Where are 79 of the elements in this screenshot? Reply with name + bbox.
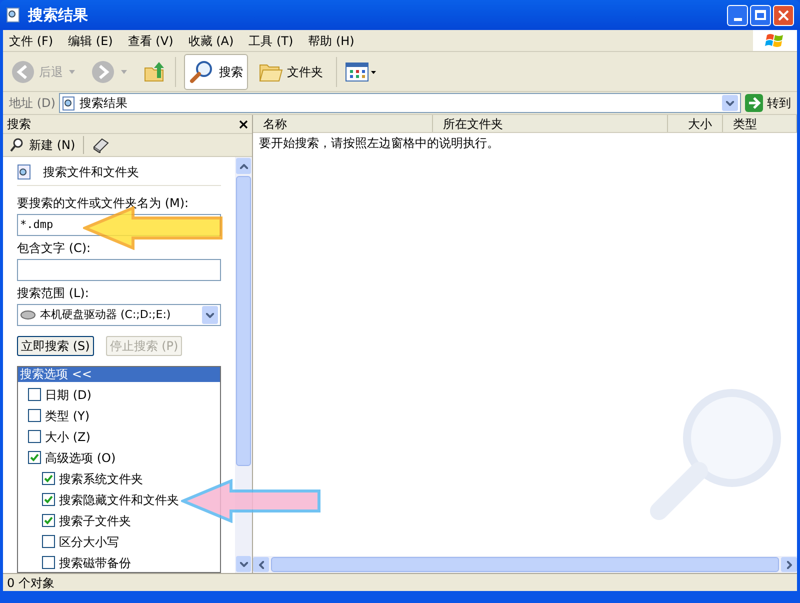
- search-icon: [189, 58, 215, 84]
- search-document-icon: [62, 96, 76, 110]
- checkbox[interactable]: [28, 409, 41, 422]
- checkbox[interactable]: [42, 535, 55, 548]
- checkbox-label: 区分大小写: [59, 534, 119, 550]
- checkbox-label: 搜索隐藏文件和文件夹: [59, 492, 179, 508]
- checkbox[interactable]: [42, 514, 55, 527]
- right-caret-icon: [786, 560, 792, 568]
- close-button[interactable]: [773, 4, 794, 26]
- status-text: 0 个对象: [7, 574, 54, 592]
- right-arrow-icon: [745, 94, 763, 112]
- input-field[interactable]: [17, 259, 221, 281]
- window-title: 搜索结果: [28, 4, 88, 26]
- column-header[interactable]: 所在文件夹: [433, 115, 668, 132]
- vertical-scrollbar[interactable]: [235, 157, 252, 573]
- checkmark-icon: [44, 474, 53, 483]
- dropdown-field[interactable]: 本机硬盘驱动器 (C:;D:;E:): [17, 304, 221, 326]
- column-header[interactable]: 大小: [668, 115, 723, 132]
- caret-icon: [206, 312, 214, 318]
- dropdown-button[interactable]: [202, 306, 218, 324]
- windows-logo-icon: [765, 32, 785, 50]
- folders-button[interactable]: 文件夹: [254, 54, 328, 90]
- new-search-button[interactable]: 新建 (N): [9, 136, 76, 154]
- field-label: 搜索范围 (L):: [17, 285, 90, 302]
- menu-item[interactable]: 文件 (F): [3, 32, 60, 50]
- hard-drive-icon: [20, 310, 36, 320]
- dropdown-button[interactable]: [722, 95, 738, 111]
- dropdown-value: 本机硬盘驱动器 (C:;D:;E:): [40, 306, 171, 323]
- caret-icon: [726, 100, 734, 106]
- book-icon[interactable]: [92, 137, 110, 153]
- menu-item[interactable]: 编辑 (E): [62, 32, 119, 50]
- close-icon: [778, 10, 789, 20]
- address-value: 搜索结果: [79, 95, 128, 112]
- checkbox[interactable]: [42, 493, 55, 506]
- horizontal-scrollbar[interactable]: [271, 557, 779, 572]
- close-icon[interactable]: [239, 120, 248, 128]
- menu-item[interactable]: 帮助 (H): [302, 32, 360, 50]
- scroll-thumb[interactable]: [236, 176, 251, 466]
- checkbox[interactable]: [28, 388, 41, 401]
- minimize-button[interactable]: [727, 4, 748, 26]
- column-header[interactable]: 类型: [723, 115, 797, 132]
- up-caret-icon: [240, 164, 248, 168]
- checkbox-label: 高级选项 (O): [45, 450, 116, 466]
- left-caret-icon: [258, 560, 264, 568]
- options-header[interactable]: 搜索选项 <<: [18, 367, 220, 382]
- checkmark-icon: [30, 453, 39, 462]
- view-grid-icon[interactable]: [345, 62, 377, 82]
- field-label: 要搜索的文件或文件夹名为 (M):: [17, 195, 190, 212]
- maximize-button[interactable]: [750, 4, 771, 26]
- checkbox[interactable]: [42, 472, 55, 485]
- address-field[interactable]: 搜索结果: [59, 93, 741, 113]
- checkbox-label: 搜索系统文件夹: [59, 470, 143, 488]
- checkbox-label: 大小 (Z): [45, 428, 90, 446]
- instruction-text: 要开始搜索，请按照左边窗格中的说明执行。: [258, 135, 500, 152]
- go-button[interactable]: 转到: [745, 94, 791, 112]
- checkbox[interactable]: [28, 430, 41, 443]
- down-caret-icon: [240, 562, 248, 566]
- column-header[interactable]: 名称: [253, 115, 433, 132]
- field-label: 包含文字 (C):: [17, 240, 92, 257]
- checkbox-label: 搜索子文件夹: [59, 512, 131, 530]
- checkbox-label: 日期 (D): [45, 386, 92, 404]
- checkbox[interactable]: [28, 451, 41, 464]
- search-document-icon: [6, 7, 20, 23]
- search-document-icon: [17, 164, 31, 180]
- search-icon: [9, 137, 25, 153]
- checkbox-label: 搜索磁带备份: [59, 554, 131, 572]
- menu-item[interactable]: 查看 (V): [122, 32, 180, 50]
- checkbox-label: 类型 (Y): [45, 408, 90, 424]
- address-label: 地址 (D): [9, 95, 56, 112]
- menu-item[interactable]: 收藏 (A): [182, 32, 240, 50]
- pane-title: 搜索: [7, 116, 31, 133]
- search-button[interactable]: 搜索: [184, 54, 248, 90]
- section-title: 搜索文件和文件夹: [43, 164, 139, 181]
- checkmark-icon: [44, 516, 53, 525]
- search-action-button[interactable]: 立即搜索 (S): [17, 336, 94, 356]
- menu-item[interactable]: 工具 (T): [242, 32, 300, 50]
- checkmark-icon: [44, 495, 53, 504]
- checkbox[interactable]: [42, 556, 55, 569]
- folder-up-icon[interactable]: [143, 60, 167, 84]
